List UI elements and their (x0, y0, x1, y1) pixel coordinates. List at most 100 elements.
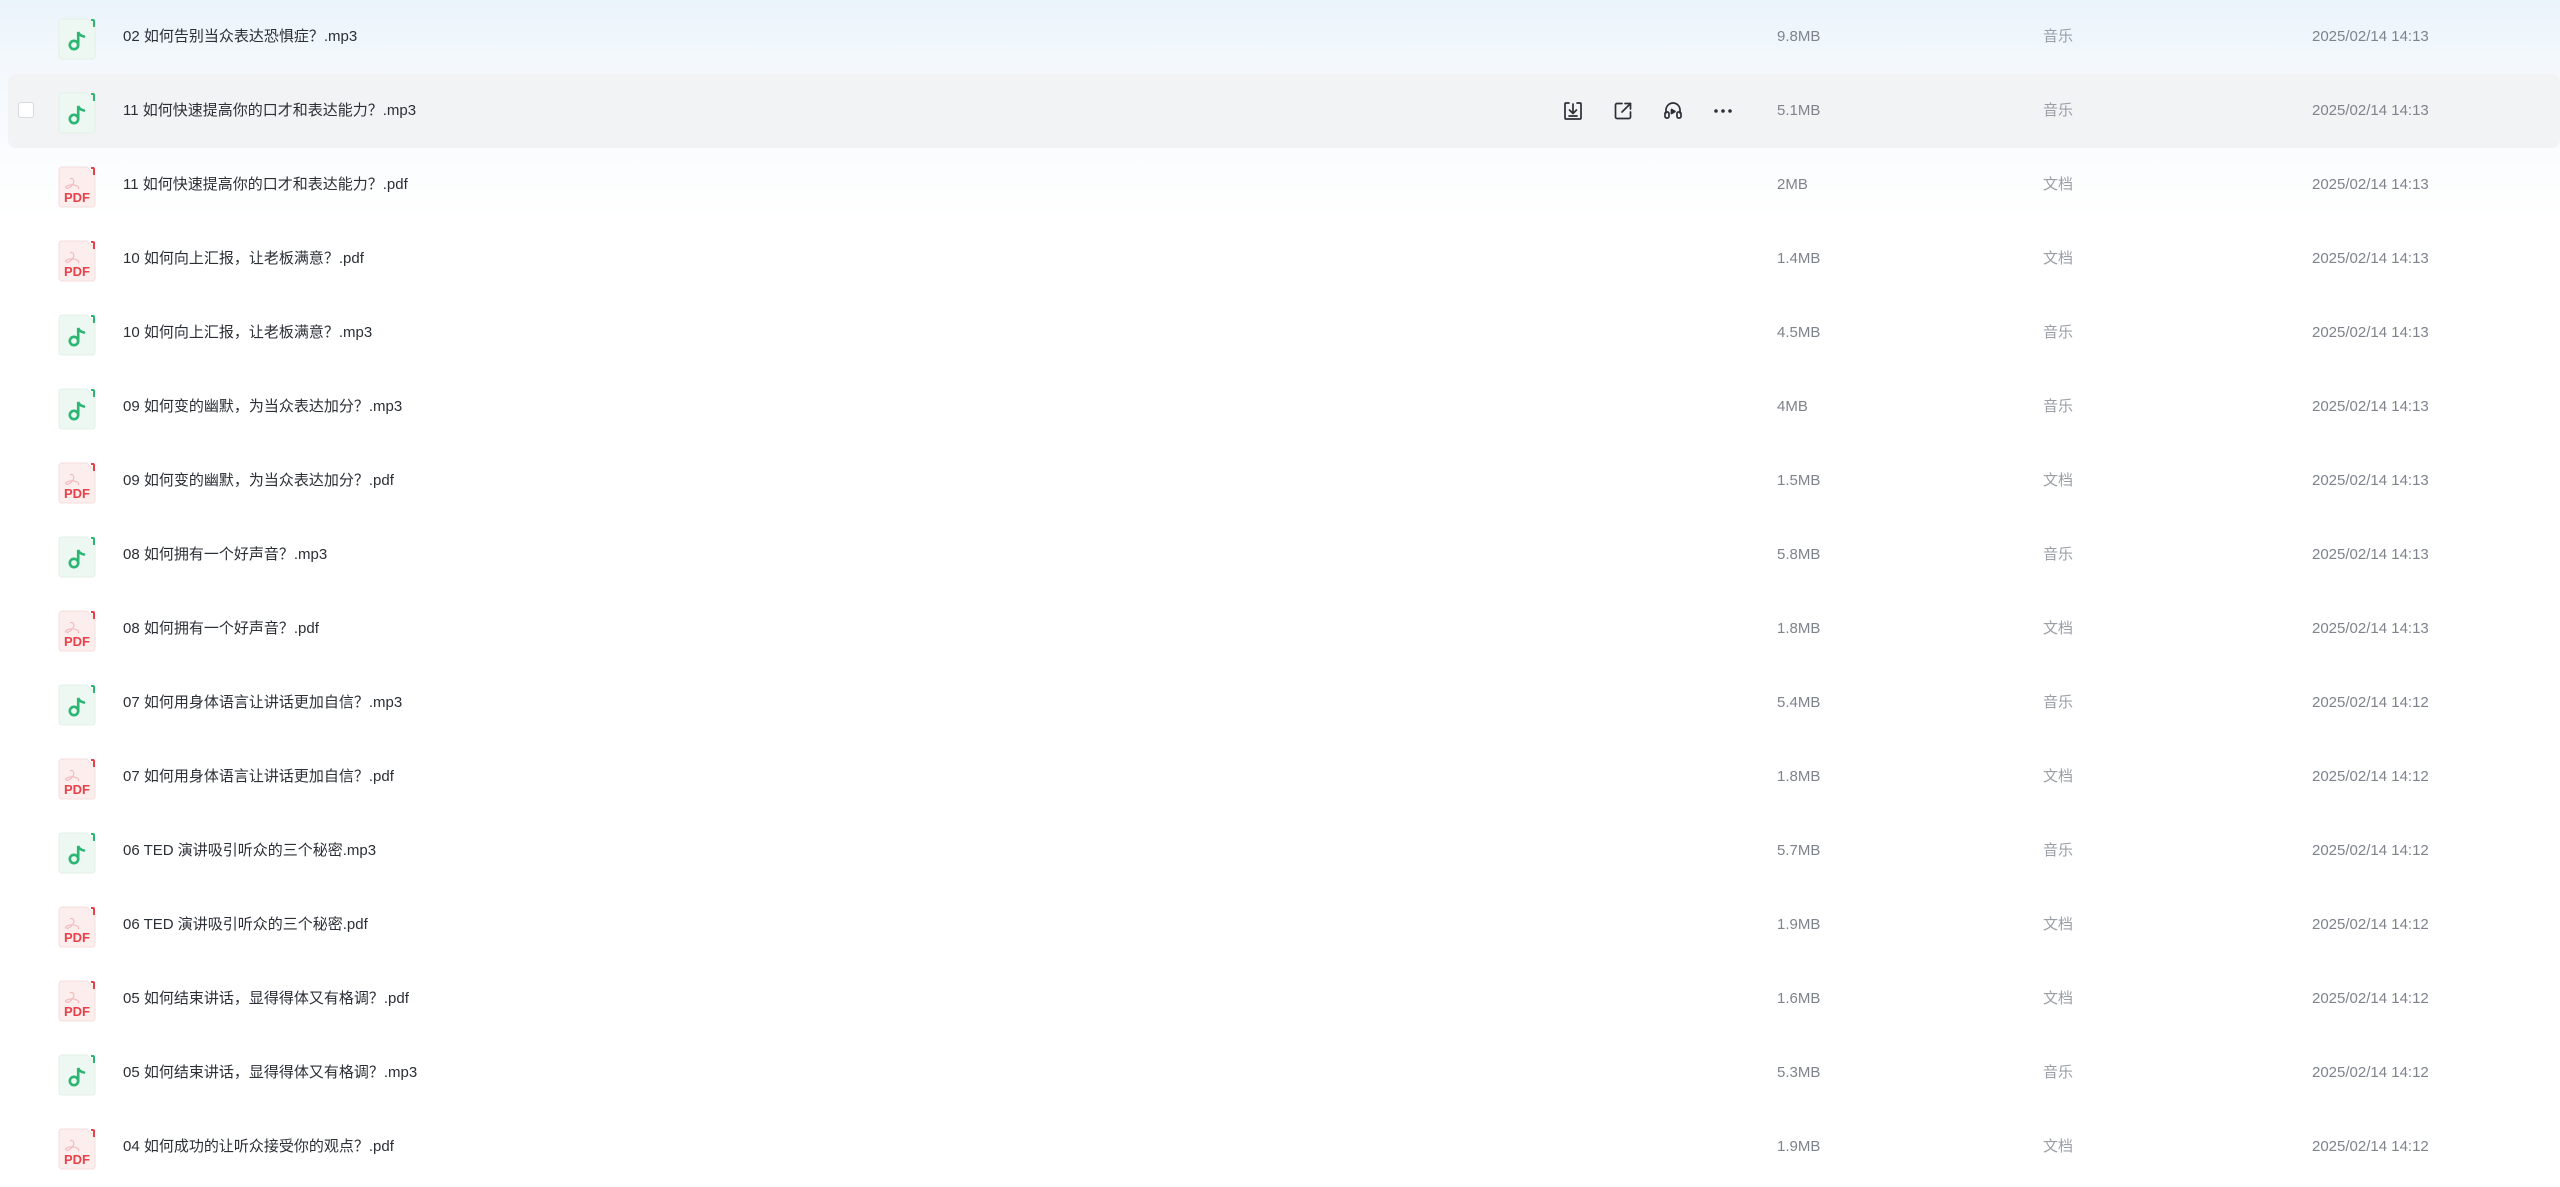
file-name[interactable]: 11 如何快速提高你的口才和表达能力？.pdf (123, 176, 408, 194)
file-row[interactable]: 07 如何用身体语言让讲话更加自信？.mp3 5.4MB 音乐 2025/02/14 … (8, 666, 2560, 740)
file-date: 2025/02/14 14:13 (2312, 398, 2429, 415)
file-date: 2025/02/14 14:12 (2312, 694, 2429, 711)
file-size: 2MB (1777, 176, 1808, 193)
file-date: 2025/02/14 14:12 (2312, 990, 2429, 1007)
file-name[interactable]: 07 如何用身体语言让讲话更加自信？.mp3 (123, 694, 402, 712)
svg-text:PDF: PDF (64, 634, 90, 649)
file-type: 音乐 (2043, 324, 2074, 341)
file-size: 5.3MB (1777, 1064, 1821, 1081)
file-name[interactable]: 11 如何快速提高你的口才和表达能力？.mp3 (123, 102, 416, 120)
file-date: 2025/02/14 14:13 (2312, 176, 2429, 193)
download-button[interactable] (1558, 96, 1588, 126)
file-type: 文档 (2043, 916, 2074, 933)
svg-text:PDF: PDF (64, 1152, 90, 1167)
music-file-icon (58, 832, 96, 874)
file-row[interactable]: PDF 07 如何用身体语言让讲话更加自信？.pdf 1.8MB 文档 2025/02/… (8, 740, 2560, 814)
file-date: 2025/02/14 14:13 (2312, 472, 2429, 489)
file-name[interactable]: 02 如何告别当众表达恐惧症？.mp3 (123, 28, 357, 46)
music-file-icon (58, 684, 96, 726)
file-name[interactable]: 05 如何结束讲话，显得得体又有格调？.mp3 (123, 1064, 417, 1082)
file-name[interactable]: 09 如何变的幽默，为当众表达加分？.pdf (123, 472, 394, 490)
more-button[interactable] (1708, 96, 1738, 126)
file-row[interactable]: 02 如何告别当众表达恐惧症？.mp3 9.8MB 音乐 2025/02/14 14:… (8, 0, 2560, 74)
file-type: 音乐 (2043, 694, 2074, 711)
pdf-file-icon: PDF (58, 462, 96, 504)
file-date: 2025/02/14 14:12 (2312, 1064, 2429, 1081)
file-row[interactable]: 10 如何向上汇报，让老板满意？.mp3 4.5MB 音乐 2025/02/14 14… (8, 296, 2560, 370)
file-type: 音乐 (2043, 842, 2074, 859)
pdf-file-icon: PDF (58, 240, 96, 282)
row-actions (1558, 96, 1738, 126)
file-row[interactable]: 06 TED 演讲吸引听众的三个秘密.mp3 5.7MB 音乐 2025/02/14 … (8, 814, 2560, 888)
listen-icon (1662, 100, 1684, 122)
file-name[interactable]: 10 如何向上汇报，让老板满意？.mp3 (123, 324, 372, 342)
file-name[interactable]: 08 如何拥有一个好声音？.pdf (123, 620, 319, 638)
svg-text:PDF: PDF (64, 1004, 90, 1019)
file-row[interactable]: 05 如何结束讲话，显得得体又有格调？.mp3 5.3MB 音乐 2025/02/14… (8, 1036, 2560, 1110)
svg-text:PDF: PDF (64, 264, 90, 279)
file-type: 音乐 (2043, 28, 2074, 45)
file-row[interactable]: PDF 08 如何拥有一个好声音？.pdf 1.8MB 文档 2025/02/14 14… (8, 592, 2560, 666)
file-type: 音乐 (2043, 102, 2074, 119)
file-date: 2025/02/14 14:13 (2312, 546, 2429, 563)
file-size: 5.4MB (1777, 694, 1821, 711)
file-row[interactable]: PDF 05 如何结束讲话，显得得体又有格调？.pdf 1.6MB 文档 2025/02… (8, 962, 2560, 1036)
file-row[interactable]: PDF 06 TED 演讲吸引听众的三个秘密.pdf 1.9MB 文档 2025/02/… (8, 888, 2560, 962)
file-date: 2025/02/14 14:12 (2312, 916, 2429, 933)
file-row[interactable]: PDF 11 如何快速提高你的口才和表达能力？.pdf 2MB 文档 2025/02/1… (8, 148, 2560, 222)
file-name[interactable]: 08 如何拥有一个好声音？.mp3 (123, 546, 327, 564)
file-name[interactable]: 07 如何用身体语言让讲话更加自信？.pdf (123, 768, 394, 786)
file-name[interactable]: 04 如何成功的让听众接受你的观点？.pdf (123, 1138, 394, 1156)
pdf-file-icon: PDF (58, 166, 96, 208)
music-file-icon (58, 18, 96, 60)
pdf-file-icon: PDF (58, 980, 96, 1022)
file-type: 文档 (2043, 990, 2074, 1007)
share-button[interactable] (1608, 96, 1638, 126)
file-type: 音乐 (2043, 546, 2074, 563)
file-date: 2025/02/14 14:12 (2312, 1138, 2429, 1155)
listen-button[interactable] (1658, 96, 1688, 126)
svg-text:PDF: PDF (64, 486, 90, 501)
file-type: 文档 (2043, 620, 2074, 637)
file-size: 1.9MB (1777, 1138, 1821, 1155)
music-file-icon (58, 314, 96, 356)
file-row[interactable]: 08 如何拥有一个好声音？.mp3 5.8MB 音乐 2025/02/14 14:13 (8, 518, 2560, 592)
file-size: 4MB (1777, 398, 1808, 415)
file-type: 文档 (2043, 768, 2074, 785)
row-checkbox[interactable] (18, 102, 34, 118)
file-size: 4.5MB (1777, 324, 1821, 341)
file-size: 5.1MB (1777, 102, 1821, 119)
music-file-icon (58, 536, 96, 578)
pdf-file-icon: PDF (58, 610, 96, 652)
file-size: 9.8MB (1777, 28, 1821, 45)
file-type: 音乐 (2043, 1064, 2074, 1081)
file-type: 文档 (2043, 1138, 2074, 1155)
file-name[interactable]: 10 如何向上汇报，让老板满意？.pdf (123, 250, 364, 268)
file-date: 2025/02/14 14:13 (2312, 250, 2429, 267)
file-size: 5.8MB (1777, 546, 1821, 563)
file-name[interactable]: 06 TED 演讲吸引听众的三个秘密.mp3 (123, 842, 376, 860)
file-list: 文件名大小类型修改时间02 如何告别当众表达恐惧症？.mp39.8MB音乐202… (8, 0, 2560, 1184)
file-row[interactable]: 11 如何快速提高你的口才和表达能力？.mp3 5.1MB 音乐 2025/02/14… (8, 74, 2560, 148)
file-size: 1.8MB (1777, 768, 1821, 785)
file-row[interactable]: PDF 04 如何成功的让听众接受你的观点？.pdf 1.9MB 文档 2025/02/… (8, 1110, 2560, 1184)
file-date: 2025/02/14 14:13 (2312, 28, 2429, 45)
file-row[interactable]: 09 如何变的幽默，为当众表达加分？.mp3 4MB 音乐 2025/02/14 14… (8, 370, 2560, 444)
svg-text:PDF: PDF (64, 782, 90, 797)
file-row[interactable]: PDF 09 如何变的幽默，为当众表达加分？.pdf 1.5MB 文档 2025/02/… (8, 444, 2560, 518)
pdf-file-icon: PDF (58, 758, 96, 800)
file-name[interactable]: 06 TED 演讲吸引听众的三个秘密.pdf (123, 916, 368, 934)
music-file-icon (58, 1054, 96, 1096)
file-type: 音乐 (2043, 398, 2074, 415)
file-name[interactable]: 05 如何结束讲话，显得得体又有格调？.pdf (123, 990, 409, 1008)
file-name[interactable]: 09 如何变的幽默，为当众表达加分？.mp3 (123, 398, 402, 416)
file-date: 2025/02/14 14:12 (2312, 768, 2429, 785)
file-size: 1.6MB (1777, 990, 1821, 1007)
more-icon (1712, 100, 1734, 122)
file-date: 2025/02/14 14:13 (2312, 620, 2429, 637)
file-date: 2025/02/14 14:13 (2312, 102, 2429, 119)
file-size: 1.9MB (1777, 916, 1821, 933)
file-row[interactable]: PDF 10 如何向上汇报，让老板满意？.pdf 1.4MB 文档 2025/02/14… (8, 222, 2560, 296)
file-size: 1.5MB (1777, 472, 1821, 489)
svg-text:PDF: PDF (64, 190, 90, 205)
